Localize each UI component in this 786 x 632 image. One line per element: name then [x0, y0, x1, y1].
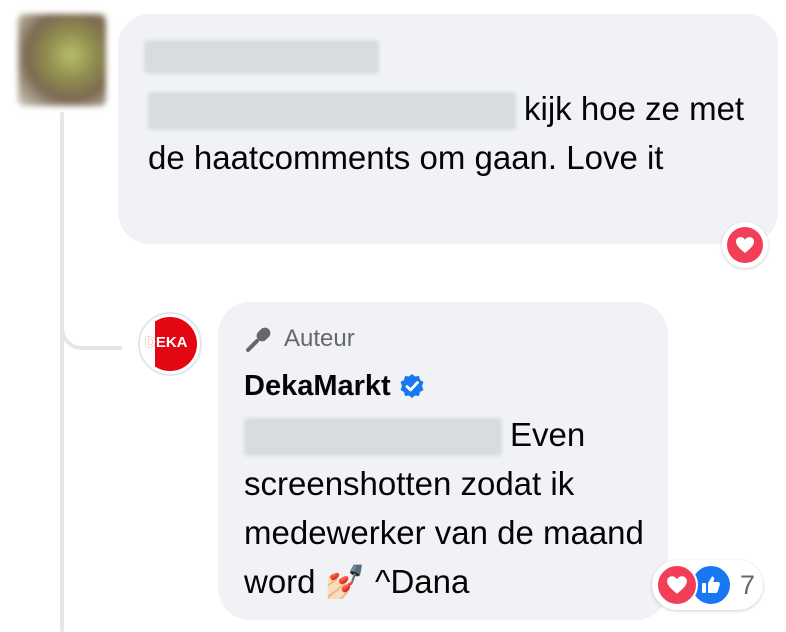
author-label: Auteur — [284, 325, 355, 352]
reply-text-container: Even screenshotten zodat ik medewerker v… — [244, 410, 646, 606]
comment-bubble: kijk hoe ze met de haatcomments om gaan.… — [118, 14, 778, 244]
comment-text-container: kijk hoe ze met de haatcomments om gaan.… — [148, 84, 758, 182]
heart-icon — [656, 564, 698, 606]
deka-logo: DEKA — [143, 317, 197, 371]
reply-connector-line — [60, 320, 122, 350]
reply-reactions[interactable]: 7 — [652, 560, 764, 610]
comment-reaction[interactable] — [722, 222, 768, 268]
author-badge: Auteur — [244, 322, 646, 356]
thread-line — [60, 112, 64, 632]
heart-icon — [727, 227, 763, 263]
reaction-count: 7 — [740, 569, 756, 600]
page-name-link[interactable]: DekaMarkt — [244, 370, 391, 403]
page-name-row: DekaMarkt — [244, 366, 646, 406]
microphone-icon — [244, 324, 274, 354]
redacted-mention — [244, 418, 502, 457]
commenter-avatar[interactable] — [18, 14, 106, 106]
reply-bubble: Auteur DekaMarkt Even screenshotten zoda… — [218, 302, 668, 620]
redacted-commenter-name — [144, 40, 379, 74]
redacted-mention — [148, 92, 516, 131]
verified-badge-icon — [399, 373, 425, 399]
dekamarkt-avatar[interactable]: DEKA — [138, 312, 202, 376]
deka-logo-text: DEKA — [145, 334, 188, 351]
